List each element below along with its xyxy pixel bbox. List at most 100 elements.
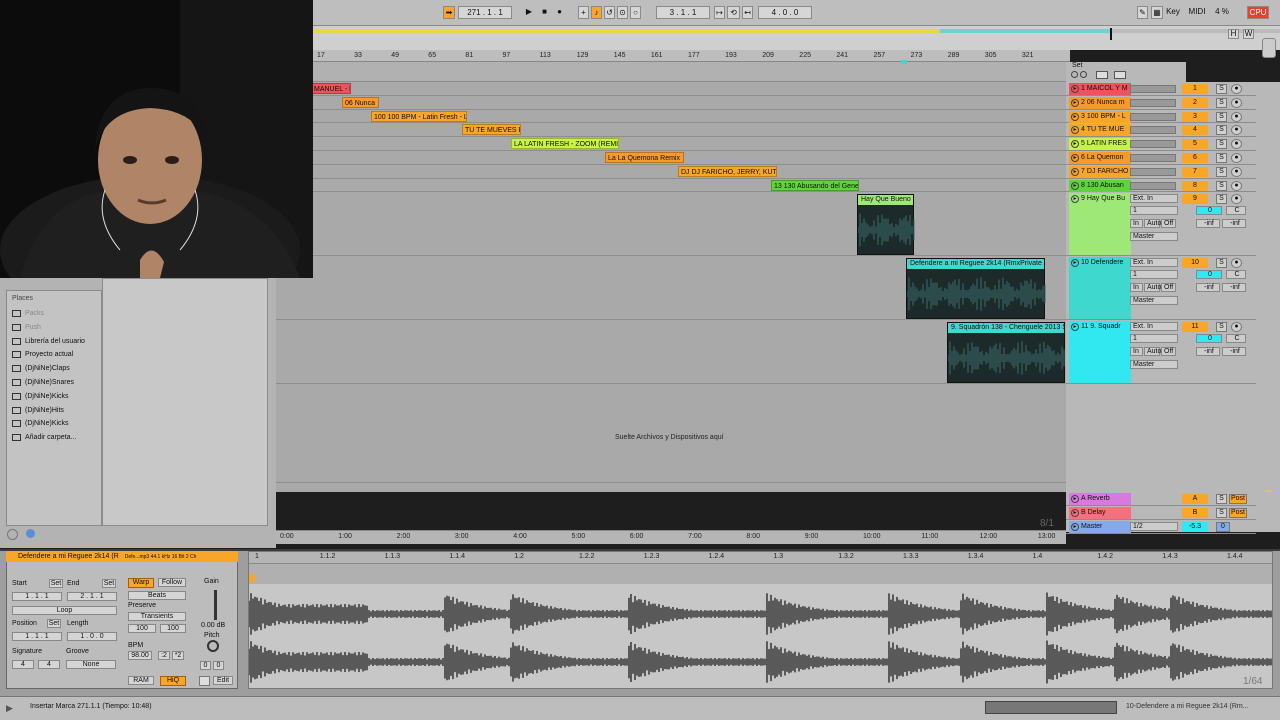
clip-title[interactable]: Defendere a mi Reguee 2k14 (R [18, 553, 119, 560]
track-header[interactable]: ▸ 5 LATIN FRES 5 S ● [1066, 137, 1256, 151]
solo-button[interactable]: S [1216, 166, 1227, 177]
places-item[interactable]: Packs [7, 307, 101, 321]
ram-button[interactable]: RAM [128, 676, 154, 685]
transient-envelope-field[interactable]: 100 [160, 624, 186, 633]
track-header[interactable]: ▸ 7 DJ FARICHO 7 S ● [1066, 165, 1256, 179]
places-item[interactable]: (DjNiNe)Snares [7, 376, 101, 390]
start-set-button[interactable]: Set [49, 579, 63, 588]
monitor-off-button[interactable]: Off [1161, 283, 1176, 292]
loop-icon[interactable] [199, 676, 210, 686]
midi-clip[interactable]: 06 Nunca [342, 96, 379, 108]
show-all-icon[interactable] [1114, 71, 1126, 79]
track-lane[interactable]: 100 100 BPM - Latin Fresh - L [276, 110, 1066, 124]
send-a-value[interactable]: 0 [1196, 206, 1222, 215]
track-name[interactable]: ▸ 11 9. Squadr [1069, 321, 1131, 383]
track-activator[interactable]: 2 [1182, 97, 1208, 108]
start-field[interactable]: 1 . 1 . 1 [12, 592, 62, 601]
loop-button[interactable]: Loop [12, 606, 117, 615]
loop-length-field[interactable]: 4 . 0 . 0 [758, 6, 812, 19]
audio-clip-header[interactable]: Hay Que Bueno - [858, 195, 913, 205]
pitch-knob[interactable] [207, 640, 219, 652]
track-volume-slider[interactable] [1130, 98, 1176, 107]
input-channel-select[interactable]: 1 [1130, 206, 1178, 215]
input-channel-select[interactable]: 1 [1130, 270, 1178, 279]
places-item[interactable]: (DjNiNe)Kicks [7, 390, 101, 404]
input-type-select[interactable]: Ext. In [1130, 194, 1178, 203]
browser-content[interactable] [102, 278, 268, 526]
signature-numerator[interactable]: 4 [12, 660, 34, 669]
track-name[interactable]: ▸ 3 100 BPM - L [1069, 110, 1131, 123]
solo-button[interactable]: S [1216, 139, 1227, 150]
track-volume-slider[interactable] [1130, 140, 1176, 149]
track-header[interactable]: ▸ 2 06 Nunca m 2 S ● [1066, 96, 1256, 110]
waveform[interactable] [249, 588, 1272, 688]
edit-button[interactable]: Edit [213, 676, 233, 685]
play-icon[interactable]: ▶ [523, 6, 535, 19]
bpm-field[interactable]: 98.00 [128, 651, 152, 660]
midi-clip[interactable]: 100 100 BPM - Latin Fresh - L [371, 110, 467, 122]
send-a-value[interactable]: 0 [1196, 334, 1222, 343]
track-name[interactable]: ▸ 5 LATIN FRES [1069, 138, 1131, 151]
track-activator[interactable]: 7 [1182, 166, 1208, 177]
warp-button[interactable]: Warp [128, 578, 154, 588]
send-a-value[interactable]: 0 [1196, 270, 1222, 279]
track-lane[interactable]: 13 130 Abusando del Gene [276, 179, 1066, 193]
track-activator[interactable]: 3 [1182, 111, 1208, 122]
warp-marker-lane[interactable] [249, 564, 1272, 584]
key-map-button[interactable]: Key [1165, 6, 1181, 19]
track-name[interactable]: ▸ 7 DJ FARICHO [1069, 165, 1131, 178]
scroll-up-icon[interactable] [1262, 38, 1276, 58]
midi-clip[interactable]: La La Quemona Remix [605, 152, 684, 163]
beat-ruler[interactable]: 17 33 49 65 81 97 113 129 145 161 177 193 209 225 241 2… [313, 50, 1070, 62]
places-item[interactable]: (DjNiNe)Hits [7, 404, 101, 418]
track-fold-icon[interactable]: ▸ [1071, 167, 1079, 176]
track-header[interactable]: ▸ 11 9. Squadr 11 S ● Ext. In 1 In Auto Off Master… [1066, 320, 1256, 384]
monitor-off-button[interactable]: Off [1161, 347, 1176, 356]
track-volume-slider[interactable] [1130, 112, 1176, 121]
track-name[interactable]: ▸ 8 130 Abusan [1069, 179, 1131, 192]
input-type-select[interactable]: Ext. In [1130, 258, 1178, 267]
midi-clip[interactable]: DJ DJ FARICHO, JERRY, KUTT [678, 165, 777, 177]
locator-lane[interactable] [313, 60, 1070, 82]
solo-button[interactable]: S [1216, 258, 1227, 268]
track-header[interactable]: ▸ 4 TU TE MUE 4 S ● [1066, 123, 1256, 138]
arm-button[interactable]: ● [1231, 166, 1242, 177]
track-fold-icon[interactable]: ▸ [1071, 523, 1079, 531]
length-field[interactable]: 1 . 0 . 0 [67, 632, 117, 641]
places-item[interactable]: Proyecto actual [7, 348, 101, 362]
monitor-off-button[interactable]: Off [1161, 219, 1176, 228]
arm-button[interactable]: ● [1231, 258, 1242, 268]
record-icon[interactable]: ● [554, 6, 565, 19]
track-fold-icon[interactable]: ▸ [1071, 126, 1079, 135]
browser-toggle-icon[interactable] [26, 529, 35, 538]
hiq-button[interactable]: HiQ [160, 676, 186, 686]
track-fold-icon[interactable]: ▸ [1071, 195, 1079, 203]
track-header[interactable]: ▸ 1 MAICOL Y M 1 S ● [1066, 82, 1256, 96]
post-button[interactable]: Post [1229, 508, 1247, 518]
solo-button[interactable]: S [1216, 508, 1227, 518]
track-activator[interactable]: 6 [1182, 153, 1208, 163]
signature-denominator[interactable]: 4 [38, 660, 60, 669]
input-channel-select[interactable]: 1 [1130, 334, 1178, 343]
drop-lane[interactable]: Suelte Archivos y Dispositivos aquí [276, 384, 1066, 492]
track-lane[interactable]: TU TE MUEVES B [276, 123, 1066, 138]
output-select[interactable]: Master [1130, 360, 1178, 369]
w-button[interactable]: W [1243, 29, 1254, 39]
places-item[interactable]: (DjNiNe)Kicks [7, 417, 101, 431]
arrangement-overview[interactable]: H W [313, 26, 1280, 50]
transpose-field[interactable]: 0 [200, 661, 211, 670]
track-name[interactable]: ▸ 1 MAICOL Y M [1069, 83, 1131, 95]
audio-clip[interactable]: 9. Squadrón 138 - Chenguele 2013 S [947, 322, 1065, 383]
loop-start-field[interactable]: 3 . 1 . 1 [656, 6, 710, 19]
end-set-button[interactable]: Set [102, 579, 116, 588]
track-fold-icon[interactable]: ▸ [1071, 98, 1079, 107]
h-button[interactable]: H [1228, 29, 1239, 39]
track-header[interactable]: ▸ 9 Hay Que Bu 9 S ● Ext. In 1 In Auto Off Master 0… [1066, 192, 1256, 256]
double-tempo-button[interactable]: *2 [172, 651, 184, 660]
track-lane[interactable]: 06 Nunca [276, 96, 1066, 110]
pan-value[interactable]: C [1226, 206, 1246, 215]
pan-value[interactable]: C [1226, 270, 1246, 279]
end-field[interactable]: 2 . 1 . 1 [67, 592, 117, 601]
return-track-name[interactable]: ▸ Master [1069, 521, 1131, 533]
track-lane[interactable]: Defendere a mi Reguee 2k14 (RmxPrivate [276, 256, 1066, 320]
